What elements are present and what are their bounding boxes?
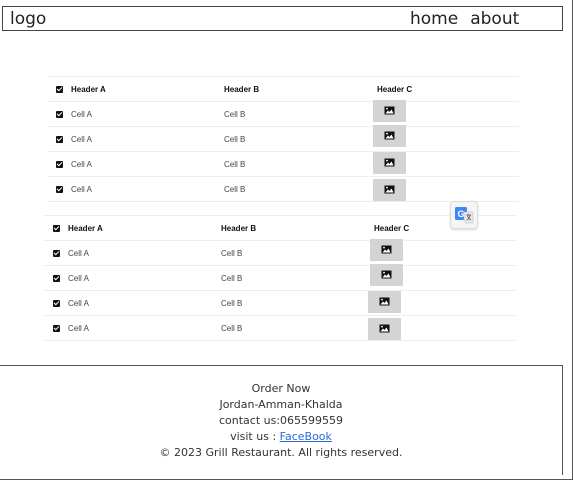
visit-us-line: visit us : FaceBook — [0, 429, 562, 445]
top-nav: logo home about — [2, 6, 563, 31]
table-header-row: Header A Header B Header C — [47, 76, 519, 102]
logo[interactable]: logo — [10, 8, 46, 30]
header-b[interactable]: Header B — [224, 77, 377, 102]
table-row: Cell A Cell B — [44, 264, 516, 291]
image-icon — [384, 158, 395, 166]
cell-b: Cell B — [221, 323, 243, 333]
cell-a: Cell A — [68, 248, 89, 258]
cell-b: Cell B — [224, 184, 246, 194]
image-placeholder[interactable] — [373, 151, 406, 174]
image-placeholder[interactable] — [373, 100, 406, 122]
table-row: Cell A Cell B — [47, 125, 519, 152]
cell-a: Cell A — [71, 109, 92, 119]
cell-b: Cell B — [221, 273, 243, 283]
svg-text:G: G — [457, 209, 464, 219]
translate-glyph-icon: G — [455, 207, 474, 224]
row-checkbox[interactable] — [53, 274, 60, 282]
data-table-2: Header A Header B Header C Cell A Cell B… — [44, 215, 516, 341]
image-icon — [384, 131, 395, 140]
table-row: Cell A Cell B — [47, 176, 519, 202]
nav-link-home[interactable]: home — [410, 8, 458, 30]
table-row: Cell A Cell B — [44, 290, 516, 316]
image-placeholder[interactable] — [373, 125, 406, 147]
order-now-text[interactable]: Order Now — [0, 381, 562, 397]
image-icon — [381, 270, 392, 279]
image-icon — [379, 297, 390, 305]
image-icon — [381, 245, 392, 254]
cell-b: Cell B — [224, 134, 246, 144]
visit-us-label: visit us : — [230, 430, 277, 443]
cell-a: Cell A — [68, 273, 89, 283]
header-c[interactable]: Header C — [377, 77, 519, 102]
table-row: Cell A Cell B — [47, 151, 519, 177]
nav-link-about[interactable]: about — [470, 8, 519, 30]
cell-b: Cell B — [224, 159, 246, 169]
select-all-checkbox[interactable] — [53, 224, 60, 232]
address-text: Jordan-Amman-Khalda — [219, 398, 343, 411]
image-placeholder[interactable] — [368, 290, 401, 313]
image-placeholder[interactable] — [370, 264, 403, 286]
table-row: Cell A Cell B — [44, 239, 516, 266]
cell-b: Cell B — [224, 109, 246, 119]
image-icon — [379, 324, 390, 333]
copyright-text: © 2023 Grill Restaurant. All rights rese… — [159, 446, 403, 459]
page: logo home about Header A Header B Header… — [0, 0, 573, 480]
table-row: Cell A Cell B — [44, 315, 516, 341]
google-translate-icon[interactable]: G — [450, 201, 478, 229]
header-a[interactable]: Header A — [68, 216, 221, 241]
image-placeholder[interactable] — [368, 318, 401, 340]
data-table-1: Header A Header B Header C Cell A Cell B… — [47, 76, 519, 202]
row-checkbox[interactable] — [53, 249, 60, 257]
image-icon — [384, 185, 395, 194]
cell-a: Cell A — [68, 323, 89, 333]
row-checkbox[interactable] — [56, 135, 63, 143]
image-placeholder[interactable] — [373, 179, 406, 201]
cell-a: Cell A — [71, 184, 92, 194]
header-c[interactable]: Header C — [374, 216, 516, 241]
select-all-checkbox[interactable] — [56, 85, 63, 93]
image-placeholder[interactable] — [370, 239, 403, 261]
cell-a: Cell A — [68, 298, 89, 308]
cell-a: Cell A — [71, 159, 92, 169]
nav-links: home about — [410, 8, 519, 30]
cell-a: Cell A — [71, 134, 92, 144]
table-header-row: Header A Header B Header C — [44, 215, 516, 241]
table-row: Cell A Cell B — [47, 100, 519, 127]
row-checkbox[interactable] — [56, 160, 63, 168]
header-a[interactable]: Header A — [71, 77, 224, 102]
row-checkbox[interactable] — [56, 110, 63, 118]
row-checkbox[interactable] — [56, 185, 63, 193]
row-checkbox[interactable] — [53, 324, 60, 332]
image-icon — [384, 106, 395, 115]
header-b[interactable]: Header B — [221, 216, 374, 241]
footer: Order Now Jordan-Amman-Khalda contact us… — [0, 365, 563, 475]
contact-text: contact us:065599559 — [218, 414, 344, 427]
row-checkbox[interactable] — [53, 299, 60, 307]
facebook-link[interactable]: FaceBook — [280, 430, 332, 443]
cell-b: Cell B — [221, 248, 243, 258]
cell-b: Cell B — [221, 298, 243, 308]
